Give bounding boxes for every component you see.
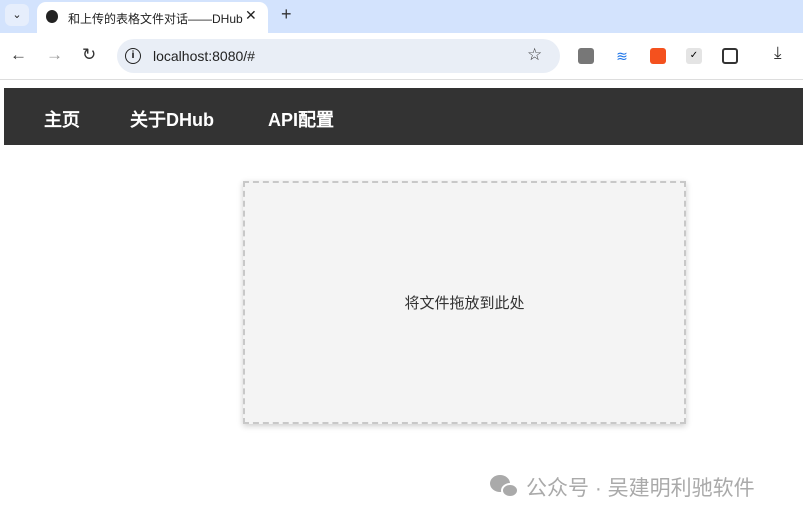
browser-tab[interactable]: 和上传的表格文件对话——DHub ✕ [37, 2, 268, 33]
nav-home[interactable]: 主页 [44, 106, 80, 132]
extension-translate-icon[interactable] [650, 48, 666, 64]
site-info-icon[interactable]: i [125, 48, 141, 64]
site-navbar: 主页 关于DHub API配置 [4, 88, 803, 145]
address-bar[interactable]: i localhost:8080/# ☆ [117, 39, 560, 73]
watermark-text: 公众号 · 吴建明利驰软件 [526, 477, 755, 500]
download-icon[interactable]: ⤓ [774, 43, 782, 63]
file-dropzone[interactable]: 将文件拖放到此处 [243, 181, 686, 424]
extensions-puzzle-icon[interactable] [722, 48, 738, 64]
favicon-icon [46, 10, 58, 23]
back-icon[interactable]: ← [10, 45, 27, 65]
close-tab-icon[interactable]: ✕ [245, 7, 257, 24]
extension-layers-icon[interactable]: ≋ [614, 48, 630, 64]
wechat-icon [490, 475, 520, 499]
new-tab-button[interactable]: + [281, 4, 292, 25]
reload-icon[interactable]: ↻ [82, 45, 96, 65]
tab-search-button[interactable]: ⌄ [5, 4, 29, 26]
extension-icon[interactable] [578, 48, 594, 64]
bookmark-star-icon[interactable]: ☆ [527, 45, 542, 65]
tab-title: 和上传的表格文件对话——DHub [68, 12, 243, 26]
dropzone-label: 将文件拖放到此处 [404, 295, 525, 312]
extension-check-icon[interactable]: ✓ [686, 48, 702, 64]
url-text[interactable]: localhost:8080/# [153, 48, 255, 64]
watermark: 公众号 · 吴建明利驰软件 [490, 472, 755, 502]
forward-icon[interactable]: → [46, 45, 63, 65]
browser-toolbar: ← → ↻ i localhost:8080/# ☆ ≋ ✓ ⤓ [0, 33, 803, 80]
nav-about[interactable]: 关于DHub [130, 106, 214, 132]
tab-strip: ⌄ 和上传的表格文件对话——DHub ✕ + [0, 0, 803, 33]
nav-api-config[interactable]: API配置 [268, 106, 334, 132]
